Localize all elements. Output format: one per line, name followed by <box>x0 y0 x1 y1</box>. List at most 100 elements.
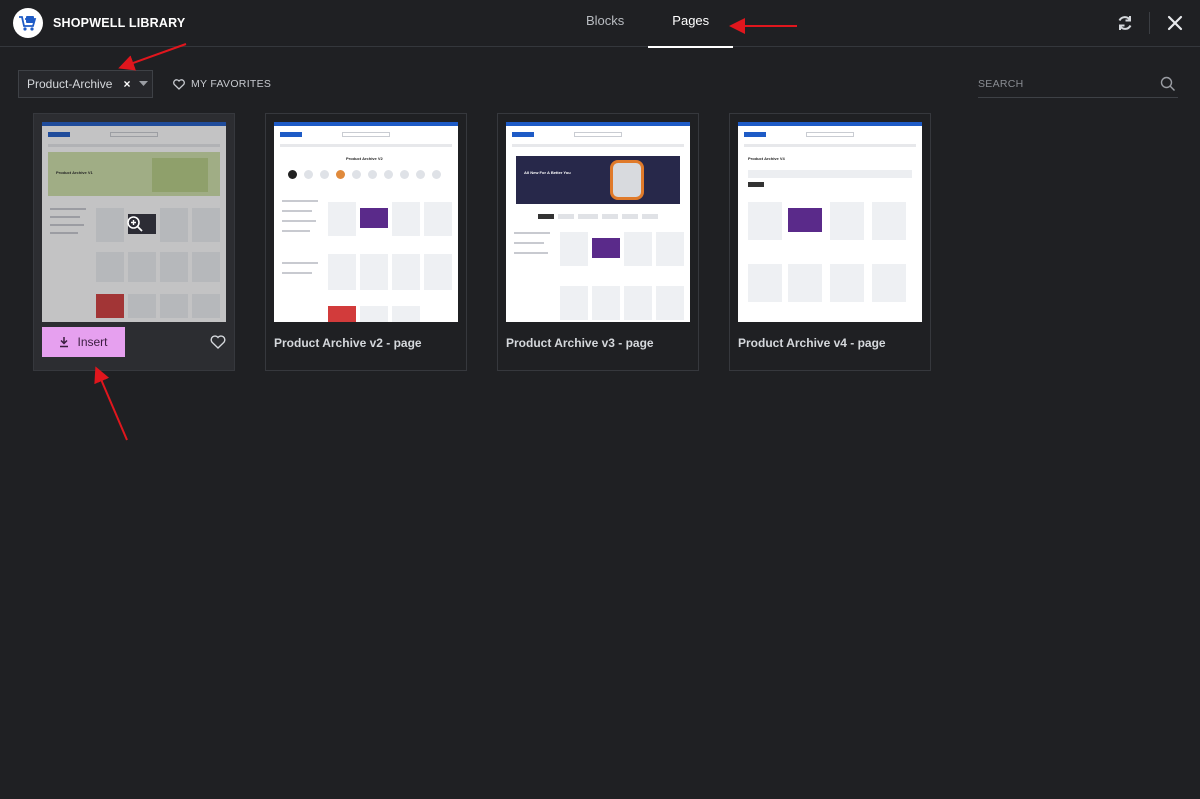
my-favorites-label: MY FAVORITES <box>191 78 272 90</box>
sync-icon[interactable] <box>1114 12 1136 34</box>
thumb-hero-banner <box>516 156 680 204</box>
thumb-filter-button <box>748 182 764 187</box>
thumb-sidebar-line <box>514 232 550 234</box>
thumb-nav <box>280 144 452 147</box>
thumb-category <box>368 170 377 179</box>
template-thumbnail[interactable]: Product Archive V1 <box>42 122 226 322</box>
template-card-v4[interactable]: Product Archive V4 Product Archive v4 - … <box>729 113 931 371</box>
thumb-topbar <box>274 122 458 126</box>
thumb-searchbar <box>342 132 390 137</box>
thumb-product <box>624 286 652 320</box>
thumb-sidebar-line <box>282 200 318 202</box>
thumb-category <box>304 170 313 179</box>
thumb-category <box>416 170 425 179</box>
my-favorites-link[interactable]: MY FAVORITES <box>173 76 271 92</box>
insert-button[interactable]: Insert <box>42 327 125 357</box>
tab-blocks[interactable]: Blocks <box>562 0 648 47</box>
template-thumbnail[interactable]: Product Archive V4 <box>738 122 922 322</box>
thumb-product <box>872 202 906 240</box>
zoom-in-icon[interactable] <box>126 215 144 233</box>
thumb-heading: All New For A Better You <box>524 170 571 175</box>
template-thumbnail[interactable]: Product Archive V2 <box>274 122 458 322</box>
thumb-hero-watch <box>610 160 644 200</box>
thumb-product <box>748 202 782 240</box>
thumb-product <box>592 238 620 258</box>
thumb-product <box>624 232 652 266</box>
thumb-product <box>560 286 588 320</box>
thumb-product <box>392 202 420 236</box>
thumb-product <box>360 254 388 290</box>
thumb-tab <box>558 214 574 219</box>
thumb-sidebar-line <box>282 220 316 222</box>
thumb-tab <box>578 214 598 219</box>
thumb-category <box>320 170 329 179</box>
thumb-product <box>328 202 356 236</box>
template-card-v1[interactable]: Product Archive V1 Insert <box>33 113 235 371</box>
thumb-sidebar-line <box>514 252 548 254</box>
brand-title: SHOPWELL LIBRARY <box>53 16 186 30</box>
search-icon[interactable] <box>1160 76 1176 92</box>
filter-value: Product-Archive <box>27 77 113 91</box>
thumb-product <box>424 254 452 290</box>
thumb-topbar <box>506 122 690 126</box>
filter-clear-button[interactable]: × <box>120 77 134 91</box>
thumb-product <box>392 254 420 290</box>
template-title: Product Archive v3 - page <box>506 336 654 350</box>
arrow-to-insert <box>94 366 128 441</box>
arrow-to-filter <box>118 43 187 71</box>
thumb-category <box>384 170 393 179</box>
thumb-product <box>748 264 782 302</box>
thumb-sidebar-line <box>514 242 544 244</box>
thumb-product <box>392 306 420 322</box>
insert-button-label: Insert <box>77 335 108 349</box>
thumb-searchbar <box>574 132 622 137</box>
thumb-sidebar-line <box>282 210 312 212</box>
search-box <box>978 70 1178 98</box>
thumb-category <box>352 170 361 179</box>
category-filter-select[interactable]: Product-Archive × <box>18 70 153 98</box>
thumb-category <box>432 170 441 179</box>
thumb-logo <box>512 132 534 137</box>
thumb-category <box>288 170 297 179</box>
thumb-topbar <box>738 122 922 126</box>
cart-logo-icon <box>13 8 43 38</box>
thumb-nav <box>744 144 916 147</box>
thumb-searchbar <box>806 132 854 137</box>
thumb-category <box>400 170 409 179</box>
header-divider <box>1149 12 1150 34</box>
thumb-product <box>656 232 684 266</box>
thumb-tab <box>538 214 554 219</box>
thumb-product <box>830 202 864 240</box>
thumb-logo <box>280 132 302 137</box>
thumb-product <box>656 286 684 320</box>
template-title: Product Archive v4 - page <box>738 336 886 350</box>
library-header: SHOPWELL LIBRARY Blocks Pages <box>0 0 1200 48</box>
thumb-product <box>424 202 452 236</box>
thumb-tab <box>622 214 638 219</box>
template-card-v2[interactable]: Product Archive V2 Product Archive v2 - … <box>265 113 467 371</box>
thumb-product <box>788 264 822 302</box>
template-thumbnail[interactable]: All New For A Better You <box>506 122 690 322</box>
thumb-product <box>592 286 620 320</box>
heart-icon[interactable] <box>210 334 226 350</box>
thumb-product <box>328 254 356 290</box>
thumb-product <box>872 264 906 302</box>
download-icon <box>60 336 69 347</box>
brand: SHOPWELL LIBRARY <box>13 7 185 39</box>
template-card-v3[interactable]: All New For A Better You Product Archive… <box>497 113 699 371</box>
chevron-down-icon[interactable] <box>134 81 152 87</box>
thumb-product <box>788 208 822 232</box>
tab-pages[interactable]: Pages <box>648 0 734 48</box>
thumb-nav <box>512 144 684 147</box>
close-icon[interactable] <box>1164 12 1186 34</box>
thumb-product <box>830 264 864 302</box>
search-input[interactable] <box>978 71 1160 96</box>
thumb-heading: Product Archive V2 <box>346 156 383 161</box>
thumb-tab <box>602 214 618 219</box>
thumb-product <box>360 306 388 322</box>
thumb-heading: Product Archive V4 <box>748 156 785 161</box>
thumb-filter-bar <box>748 170 912 178</box>
thumb-category <box>336 170 345 179</box>
template-title: Product Archive v2 - page <box>274 336 422 350</box>
tab-bar: Blocks Pages <box>562 0 734 48</box>
